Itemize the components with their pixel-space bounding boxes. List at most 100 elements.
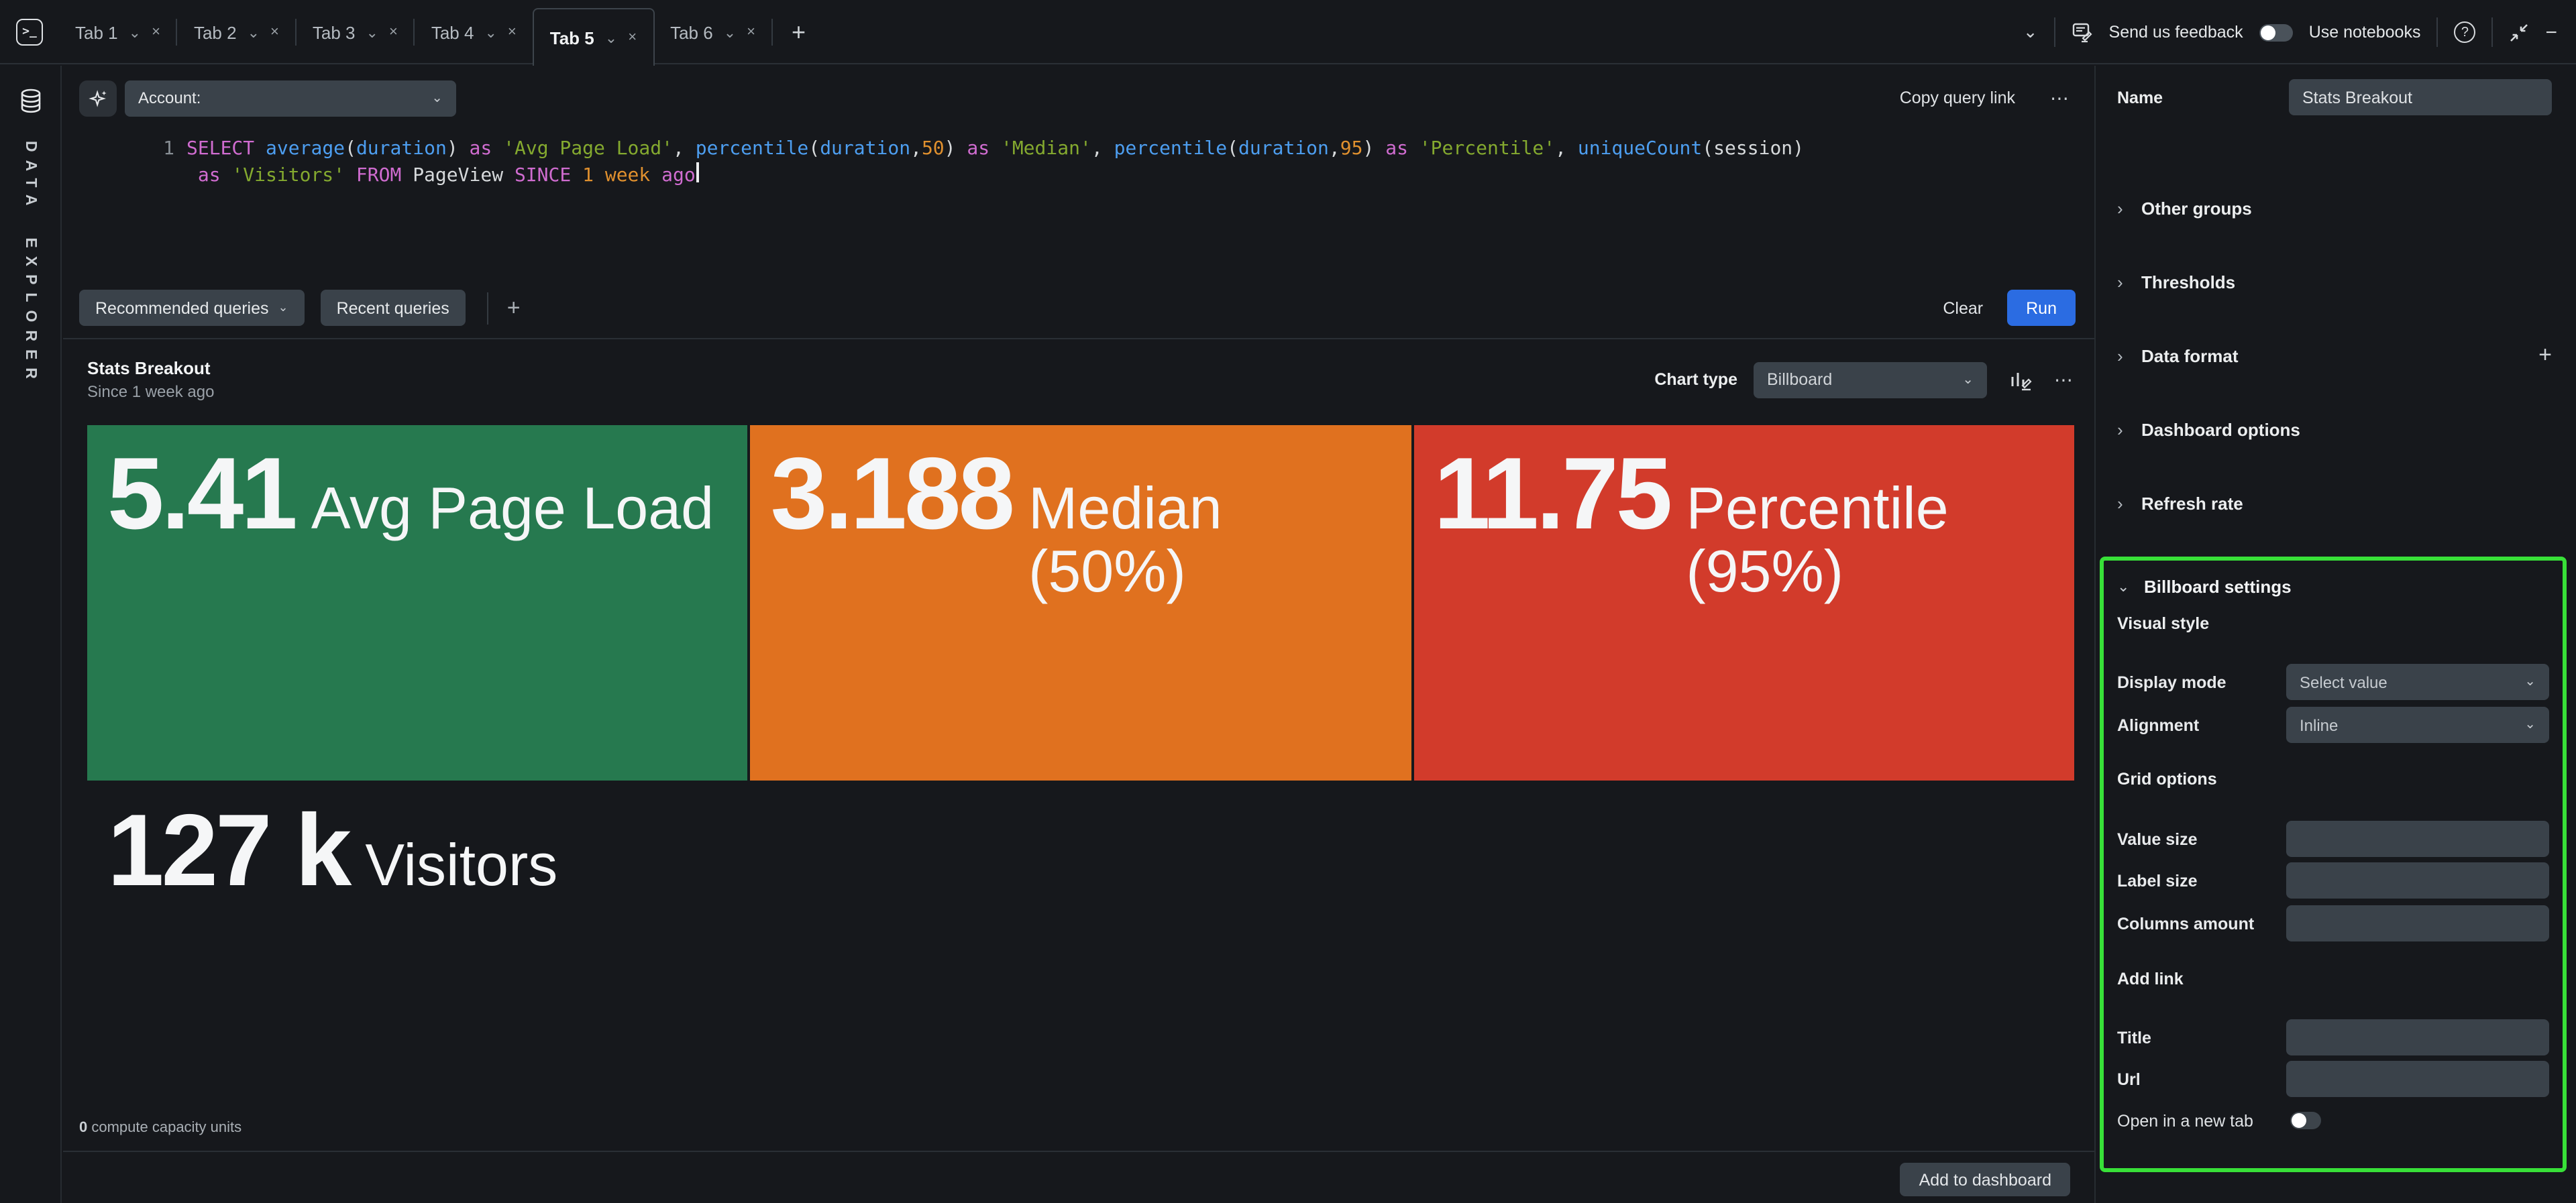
topbar-actions: ⌄ Send us feedback Use notebooks ? −: [2023, 0, 2557, 64]
left-rail: DATA EXPLORER: [0, 66, 62, 1203]
database-icon[interactable]: [19, 89, 43, 114]
label-size-row: Label size: [2117, 862, 2549, 899]
close-icon[interactable]: ×: [508, 24, 517, 40]
chart-type-dropdown[interactable]: Billboard ⌄: [1754, 361, 1987, 398]
compute-cost-label: compute capacity units: [87, 1120, 241, 1136]
toggle-knob: [2292, 1113, 2306, 1128]
recommended-queries-button[interactable]: Recommended queries ⌄: [79, 290, 305, 326]
tab-label: Tab 3: [313, 22, 356, 42]
display-mode-dropdown[interactable]: Select value ⌄: [2286, 664, 2549, 700]
alignment-value: Inline: [2300, 715, 2524, 734]
run-button[interactable]: Run: [2007, 290, 2076, 326]
billboard-value: 5.41: [107, 444, 295, 546]
chevron-down-icon[interactable]: ⌄: [248, 23, 260, 41]
display-mode-value: Select value: [2300, 673, 2524, 691]
main-panel: Account: ⌄ Copy query link ⋯ 1 SELECT av…: [63, 66, 2094, 1203]
tab-1[interactable]: Tab 1 ⌄ ×: [59, 0, 176, 64]
use-notebooks-toggle[interactable]: [2259, 23, 2293, 41]
group-label: Other groups: [2141, 198, 2252, 218]
ai-sparkle-button[interactable]: [79, 80, 117, 116]
group-data-format[interactable]: › Data format +: [2117, 337, 2552, 374]
tab-5-active[interactable]: Tab 5 ⌄ ×: [533, 8, 654, 66]
add-to-dashboard-button[interactable]: Add to dashboard: [1900, 1163, 2070, 1196]
tab-6[interactable]: Tab 6 ⌄ ×: [654, 0, 771, 64]
minimize-icon[interactable]: −: [2545, 21, 2557, 44]
name-row: Name: [2117, 79, 2552, 115]
tab-label: Tab 5: [550, 27, 594, 48]
close-icon[interactable]: ×: [270, 24, 279, 40]
query-menu-icon[interactable]: ⋯: [2050, 87, 2070, 109]
tab-label: Tab 6: [670, 22, 713, 42]
alignment-label: Alignment: [2117, 715, 2199, 734]
copy-query-link[interactable]: Copy query link: [1900, 89, 2015, 107]
chevron-down-icon: ⌄: [2117, 578, 2144, 595]
tab-4[interactable]: Tab 4 ⌄ ×: [415, 0, 533, 64]
tab-label: Tab 4: [431, 22, 474, 42]
group-label: Refresh rate: [2141, 493, 2243, 513]
title-input[interactable]: [2286, 1019, 2549, 1055]
terminal-icon[interactable]: >_: [16, 19, 43, 46]
chevron-down-icon[interactable]: ⌄: [129, 23, 141, 41]
chevron-right-icon: ›: [2117, 493, 2141, 513]
query-editor[interactable]: 1 SELECT average(duration) as 'Avg Page …: [156, 135, 2068, 189]
chevron-down-icon[interactable]: ⌄: [484, 23, 496, 41]
collapse-icon[interactable]: [2509, 22, 2529, 42]
app-window: >_ Tab 1 ⌄ × Tab 2 ⌄ × Tab 3 ⌄ × Tab 4: [0, 0, 2576, 1203]
help-icon[interactable]: ?: [2454, 21, 2475, 43]
close-icon[interactable]: ×: [628, 30, 637, 46]
visual-style-label: Visual style: [2117, 614, 2209, 632]
billboard-settings-header[interactable]: ⌄ Billboard settings: [2117, 569, 2549, 605]
chevron-down-icon[interactable]: ⌄: [724, 23, 736, 41]
value-size-input[interactable]: [2286, 821, 2549, 857]
chevron-down-icon: ⌄: [2524, 675, 2536, 689]
clear-button[interactable]: Clear: [1943, 298, 1983, 317]
group-label: Dashboard options: [2141, 419, 2300, 439]
chart-menu-icon[interactable]: ⋯: [2054, 368, 2074, 391]
recent-queries-button[interactable]: Recent queries: [321, 290, 466, 326]
group-other-groups[interactable]: › Other groups: [2117, 189, 2552, 227]
recommended-queries-label: Recommended queries: [95, 298, 269, 317]
chart-edit-icon[interactable]: [2008, 367, 2033, 392]
divider: [2436, 17, 2438, 47]
close-icon[interactable]: ×: [152, 24, 160, 40]
open-new-tab-toggle[interactable]: [2290, 1112, 2321, 1129]
compute-cost-text: 0 compute capacity units: [79, 1120, 241, 1136]
tab-2[interactable]: Tab 2 ⌄ ×: [178, 0, 295, 64]
group-thresholds[interactable]: › Thresholds: [2117, 263, 2552, 300]
chevron-right-icon: ›: [2117, 198, 2141, 218]
label-size-input[interactable]: [2286, 862, 2549, 899]
divider: [2491, 17, 2493, 47]
chart-type-label: Chart type: [1654, 370, 1737, 389]
close-icon[interactable]: ×: [747, 24, 755, 40]
tab-label: Tab 2: [194, 22, 237, 42]
name-input[interactable]: [2289, 79, 2552, 115]
chevron-down-icon[interactable]: ⌄: [2023, 21, 2038, 43]
divider: [2054, 17, 2055, 47]
chevron-down-icon[interactable]: ⌄: [605, 29, 617, 46]
toggle-knob: [2261, 25, 2275, 40]
query-toolbar: Recommended queries ⌄ Recent queries + C…: [79, 290, 2076, 326]
tab-3[interactable]: Tab 3 ⌄ ×: [297, 0, 414, 64]
new-tab-button[interactable]: +: [773, 0, 824, 64]
account-dropdown[interactable]: Account: ⌄: [125, 80, 456, 116]
group-dashboard-options[interactable]: › Dashboard options: [2117, 410, 2552, 448]
chevron-down-icon: ⌄: [2524, 718, 2536, 732]
columns-amount-input[interactable]: [2286, 905, 2549, 941]
url-input[interactable]: [2286, 1061, 2549, 1097]
billboard-label: Avg Page Load: [311, 479, 714, 541]
close-icon[interactable]: ×: [389, 24, 398, 40]
title-label: Title: [2117, 1028, 2151, 1047]
sparkle-icon: [88, 88, 108, 108]
chevron-down-icon[interactable]: ⌄: [366, 23, 378, 41]
display-mode-label: Display mode: [2117, 673, 2226, 691]
alignment-dropdown[interactable]: Inline ⌄: [2286, 707, 2549, 743]
add-data-format-button[interactable]: +: [2538, 342, 2552, 369]
value-size-row: Value size: [2117, 821, 2549, 857]
send-feedback-link[interactable]: Send us feedback: [2109, 23, 2243, 42]
chart-title-block: Stats Breakout Since 1 week ago: [87, 358, 214, 401]
chart-header: Stats Breakout Since 1 week ago Chart ty…: [87, 358, 2074, 401]
group-refresh-rate[interactable]: › Refresh rate: [2117, 484, 2552, 522]
divider: [63, 338, 2094, 339]
add-query-button[interactable]: +: [507, 294, 521, 321]
chevron-down-icon: ⌄: [278, 300, 288, 315]
